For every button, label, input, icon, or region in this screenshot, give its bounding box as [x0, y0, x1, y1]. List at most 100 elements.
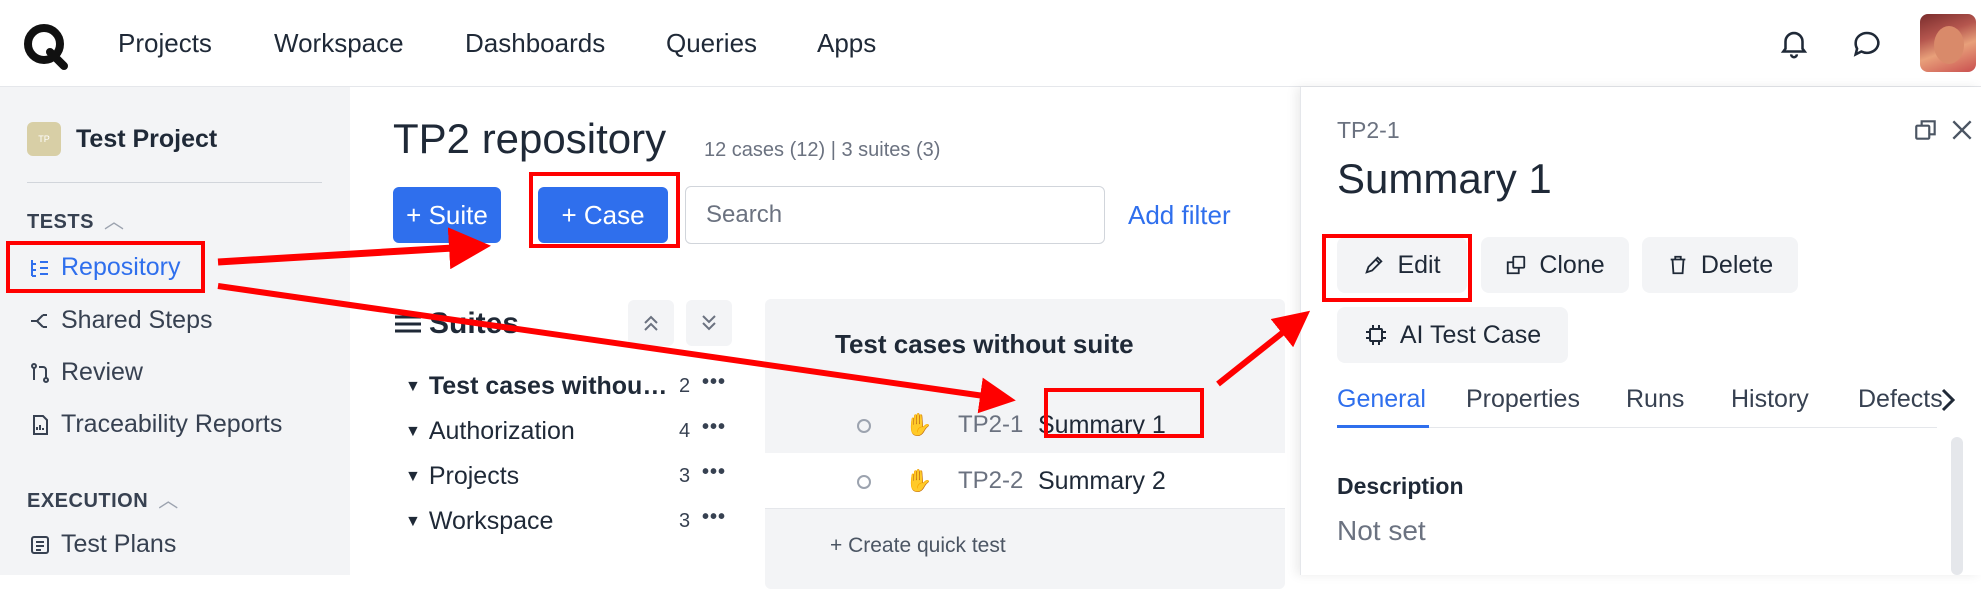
status-circle-icon — [857, 475, 871, 489]
user-avatar[interactable] — [1920, 14, 1976, 72]
chevron-up-icon[interactable]: ︿ — [104, 205, 125, 234]
tab-general[interactable]: General — [1337, 385, 1426, 414]
menu-icon — [395, 315, 421, 333]
sidebar-item-repository[interactable]: Repository — [27, 253, 181, 282]
case-summary[interactable]: Summary 2 — [1038, 467, 1166, 496]
description-value: Not set — [1337, 515, 1426, 546]
more-options-icon[interactable]: ••• — [702, 371, 726, 394]
sidebar-item-label: Review — [61, 358, 143, 386]
suite-count: 4 — [679, 420, 691, 442]
review-icon — [27, 360, 53, 386]
app-logo-icon[interactable] — [22, 22, 72, 70]
chevrons-down-icon — [702, 315, 716, 331]
close-icon[interactable] — [1949, 117, 1975, 143]
case-detail-id: TP2-1 — [1337, 117, 1400, 143]
more-options-icon[interactable]: ••• — [702, 416, 726, 439]
bell-icon[interactable] — [1777, 26, 1811, 60]
tab-history[interactable]: History — [1731, 385, 1809, 414]
suite-item[interactable]: ▼ Authorization — [405, 417, 575, 446]
test-plans-icon — [27, 532, 53, 558]
sidebar: TP Test Project TESTS ︿ Repository Shared… — [0, 87, 350, 575]
sidebar-item-test-plans[interactable]: Test Plans — [27, 530, 176, 559]
suite-name: Projects — [428, 462, 520, 490]
nav-queries[interactable]: Queries — [666, 28, 757, 59]
chevron-up-icon[interactable]: ︿ — [158, 484, 179, 513]
suite-item[interactable]: ▼ Test cases withou… — [405, 372, 667, 401]
tab-runs[interactable]: Runs — [1626, 385, 1684, 414]
chevron-right-icon[interactable] — [1937, 387, 1959, 413]
case-id: TP2-1 — [958, 411, 1024, 438]
manual-hand-icon: ✋ — [905, 412, 933, 437]
clone-button[interactable]: Clone — [1481, 237, 1629, 293]
description-label: Description — [1337, 473, 1464, 499]
repository-icon — [27, 255, 53, 281]
ai-test-case-button[interactable]: AI Test Case — [1337, 307, 1568, 363]
nav-dashboards[interactable]: Dashboards — [465, 28, 605, 59]
ai-chip-icon — [1364, 323, 1388, 347]
trash-icon — [1667, 254, 1689, 276]
suites-heading: Suites — [393, 307, 519, 341]
repository-main: TP2 repository 12 cases (12) | 3 suites … — [350, 87, 1300, 589]
more-options-icon[interactable]: ••• — [702, 461, 726, 484]
edit-label: Edit — [1397, 250, 1441, 279]
table-row[interactable]: ✋ TP2-1 Summary 1 — [765, 397, 1285, 453]
suite-count: 3 — [679, 465, 691, 487]
ai-test-case-label: AI Test Case — [1399, 320, 1542, 349]
chevrons-up-icon — [644, 315, 658, 331]
sidebar-item-label: Test Plans — [61, 530, 177, 558]
collapse-all-button[interactable] — [628, 300, 674, 346]
delete-label: Delete — [1700, 250, 1774, 279]
repository-meta: 12 cases (12) | 3 suites (3) — [704, 139, 941, 161]
sidebar-item-traceability-reports[interactable]: Traceability Reports — [27, 410, 282, 439]
suite-name: Test cases withou… — [428, 372, 668, 400]
page-title: TP2 repository — [393, 115, 667, 162]
tab-properties[interactable]: Properties — [1466, 385, 1580, 414]
sidebar-item-label: Repository — [61, 253, 181, 281]
expand-all-button[interactable] — [686, 300, 732, 346]
add-case-button[interactable]: + Case — [538, 187, 668, 243]
status-circle-icon — [857, 419, 871, 433]
nav-workspace[interactable]: Workspace — [274, 28, 404, 59]
add-filter-link[interactable]: Add filter — [1128, 200, 1231, 231]
sidebar-item-review[interactable]: Review — [27, 358, 143, 387]
suite-count: 3 — [679, 510, 691, 532]
sidebar-item-label: Traceability Reports — [61, 410, 283, 438]
execution-section-heading[interactable]: EXECUTION ︿ — [27, 484, 179, 513]
suite-name: Authorization — [428, 417, 575, 445]
suite-item[interactable]: ▼ Projects — [405, 462, 519, 491]
suite-item[interactable]: ▼ Workspace — [405, 507, 553, 536]
create-quick-test-link[interactable]: + Create quick test — [830, 534, 1006, 558]
tab-defects[interactable]: Defects — [1858, 385, 1943, 414]
add-suite-button[interactable]: + Suite — [393, 187, 501, 243]
project-name[interactable]: Test Project — [76, 125, 217, 154]
caret-down-icon[interactable]: ▼ — [405, 423, 421, 441]
expand-window-icon[interactable] — [1913, 117, 1939, 143]
caret-down-icon[interactable]: ▼ — [405, 468, 421, 486]
sidebar-item-label: Shared Steps — [61, 306, 213, 334]
shared-steps-icon — [27, 308, 53, 334]
chat-icon[interactable] — [1850, 26, 1884, 60]
top-navigation-bar: Projects Workspace Dashboards Queries Ap… — [0, 0, 1981, 87]
execution-heading-label: EXECUTION — [27, 490, 149, 512]
more-options-icon[interactable]: ••• — [702, 506, 726, 529]
delete-button[interactable]: Delete — [1642, 237, 1798, 293]
case-summary[interactable]: Summary 1 — [1038, 411, 1166, 440]
case-id: TP2-2 — [958, 467, 1024, 494]
caret-down-icon[interactable]: ▼ — [405, 513, 421, 531]
table-row[interactable]: ✋ TP2-2 Summary 2 — [765, 453, 1285, 509]
sidebar-divider — [27, 182, 322, 183]
sidebar-item-shared-steps[interactable]: Shared Steps — [27, 306, 213, 335]
nav-apps[interactable]: Apps — [817, 28, 876, 59]
edit-button[interactable]: Edit — [1337, 237, 1467, 293]
manual-hand-icon: ✋ — [905, 468, 933, 493]
suites-title-label: Suites — [429, 307, 520, 340]
detail-scrollbar[interactable] — [1951, 437, 1963, 575]
copy-icon — [1505, 254, 1527, 276]
search-input[interactable]: Search — [685, 186, 1105, 244]
case-group-title: Test cases without suite — [835, 329, 1134, 359]
suite-count: 2 — [679, 375, 691, 397]
nav-projects[interactable]: Projects — [118, 28, 212, 59]
tests-section-heading[interactable]: TESTS ︿ — [27, 205, 124, 234]
caret-down-icon[interactable]: ▼ — [405, 378, 421, 396]
avatar-face — [1934, 26, 1964, 64]
